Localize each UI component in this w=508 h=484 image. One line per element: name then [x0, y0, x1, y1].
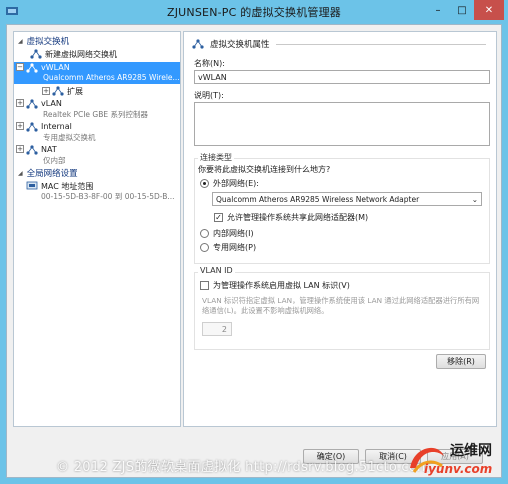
tree-item-sublabel: Realtek PCIe GBE 系列控制器: [43, 110, 148, 119]
allow-mgmt-checkbox[interactable]: ✓ 允许管理操作系统共享此网络适配器(M): [214, 212, 368, 223]
tree-item-label: vLAN: [41, 99, 62, 108]
tree-item-label: NAT: [41, 145, 57, 154]
maximize-icon[interactable]: □: [450, 0, 474, 20]
section-label: 虚拟交换机: [26, 37, 70, 47]
vlan-enable-checkbox[interactable]: 为管理操作系统启用虚拟 LAN 标识(V): [200, 280, 350, 291]
notes-textarea[interactable]: [194, 102, 490, 146]
network-switch-icon: [26, 63, 38, 73]
properties-pane: 虚拟交换机属性 名称(N): vWLAN 说明(T): 连接类型 你要将此虚拟交…: [183, 31, 497, 427]
checkbox-checked-icon[interactable]: ✓: [214, 213, 223, 222]
tree-item-mac-range[interactable]: MAC 地址范围 00-15-5D-B3-8F-00 到 00-15-5D-B.…: [14, 180, 180, 202]
network-switch-icon: [26, 99, 38, 109]
connection-question: 你要将此虚拟交换机连接到什么地方?: [198, 165, 331, 174]
tree-item-label: vWLAN: [41, 63, 70, 72]
section-global-network[interactable]: ◢ 全局网络设置: [18, 167, 78, 179]
title-bar[interactable]: ZJUNSEN-PC 的虚拟交换机管理器 – □ ✕: [0, 0, 508, 22]
radio-internal[interactable]: 内部网络(I): [200, 228, 254, 239]
expand-icon[interactable]: +: [16, 122, 24, 130]
network-switch-icon: [192, 39, 204, 49]
minimize-icon[interactable]: –: [426, 0, 450, 20]
collapse-icon[interactable]: ◢: [18, 38, 23, 45]
radio-unselected-icon[interactable]: [200, 229, 209, 238]
divider: [276, 44, 486, 45]
tree-item-sublabel: 仅内部: [43, 156, 66, 165]
window: ZJUNSEN-PC 的虚拟交换机管理器 – □ ✕ ◢ 虚拟交换机 新建虚拟网…: [0, 0, 508, 484]
chevron-down-icon[interactable]: ⌄: [472, 195, 478, 204]
tree-item-label: Internal: [41, 122, 72, 131]
tree-item-internal[interactable]: + Internal 专用虚拟交换机: [14, 121, 180, 143]
expand-icon[interactable]: +: [16, 145, 24, 153]
tree-item-sublabel: Qualcomm Atheros AR9285 Wirele...: [43, 73, 180, 82]
site-logo: 运维网 iyunv.com: [404, 438, 502, 478]
collapse-icon[interactable]: −: [16, 63, 24, 71]
vlan-id-input[interactable]: 2: [202, 322, 232, 336]
tree-item-sublabel: 00-15-5D-B3-8F-00 到 00-15-5D-B...: [41, 192, 175, 201]
radio-label: 专用网络(P): [213, 243, 257, 252]
vlan-description: VLAN 标识符指定虚拟 LAN，管理操作系统使用该 LAN 通过此网络适配器进…: [202, 296, 480, 315]
network-switch-icon: [26, 122, 38, 132]
radio-external[interactable]: 外部网络(E):: [200, 178, 259, 189]
notes-label: 说明(T):: [194, 91, 224, 100]
network-switch-icon: [52, 86, 64, 96]
switch-tree[interactable]: ◢ 虚拟交换机 新建虚拟网络交换机 − vWLAN Qualcomm Ather…: [13, 31, 181, 427]
connection-type-title: 连接类型: [198, 152, 234, 163]
tree-item-label: 扩展: [67, 86, 83, 96]
expand-icon[interactable]: +: [16, 99, 24, 107]
name-label: 名称(N):: [194, 59, 225, 68]
checkbox-label: 允许管理操作系统共享此网络适配器(M): [227, 213, 369, 222]
radio-selected-icon[interactable]: [200, 179, 209, 188]
tree-item-vwlan[interactable]: − vWLAN Qualcomm Atheros AR9285 Wirele..…: [14, 62, 180, 84]
tree-item-label: 新建虚拟网络交换机: [45, 49, 117, 59]
tree-item-sublabel: 专用虚拟交换机: [43, 133, 96, 142]
name-input[interactable]: vWLAN: [194, 70, 490, 84]
adapter-value: Qualcomm Atheros AR9285 Wireless Network…: [216, 194, 420, 204]
pane-header: 虚拟交换机属性: [192, 38, 270, 50]
collapse-icon[interactable]: ◢: [18, 170, 23, 177]
radio-unselected-icon[interactable]: [200, 243, 209, 252]
dialog-body: ◢ 虚拟交换机 新建虚拟网络交换机 − vWLAN Qualcomm Ather…: [6, 24, 502, 478]
vlan-title: VLAN ID: [198, 266, 235, 275]
logo-subtext: iyunv.com: [424, 462, 493, 476]
expand-icon[interactable]: +: [42, 87, 50, 95]
watermark: © 2012 ZJS的微软桌面虚拟化 http://rdsrv.blog.51c…: [56, 460, 431, 475]
close-icon[interactable]: ✕: [474, 0, 504, 20]
remove-button[interactable]: 移除(R): [436, 354, 486, 369]
radio-private[interactable]: 专用网络(P): [200, 242, 256, 253]
mac-address-icon: [26, 181, 38, 190]
section-label: 全局网络设置: [26, 169, 78, 179]
section-virtual-switches[interactable]: ◢ 虚拟交换机: [18, 35, 69, 47]
tree-item-new-switch[interactable]: 新建虚拟网络交换机: [14, 48, 180, 60]
radio-label: 外部网络(E):: [213, 179, 259, 188]
network-switch-icon: [30, 49, 42, 59]
pane-title: 虚拟交换机属性: [210, 40, 270, 50]
logo-text: 运维网: [450, 443, 492, 459]
checkbox-label: 为管理操作系统启用虚拟 LAN 标识(V): [213, 281, 350, 290]
network-switch-icon: [26, 145, 38, 155]
tree-item-nat[interactable]: + NAT 仅内部: [14, 144, 180, 166]
adapter-select[interactable]: Qualcomm Atheros AR9285 Wireless Network…: [212, 192, 482, 206]
tree-item-extensions[interactable]: + 扩展: [14, 85, 180, 97]
radio-label: 内部网络(I): [213, 229, 254, 238]
checkbox-unchecked-icon[interactable]: [200, 281, 209, 290]
tree-item-vlan[interactable]: + vLAN Realtek PCIe GBE 系列控制器: [14, 98, 180, 120]
